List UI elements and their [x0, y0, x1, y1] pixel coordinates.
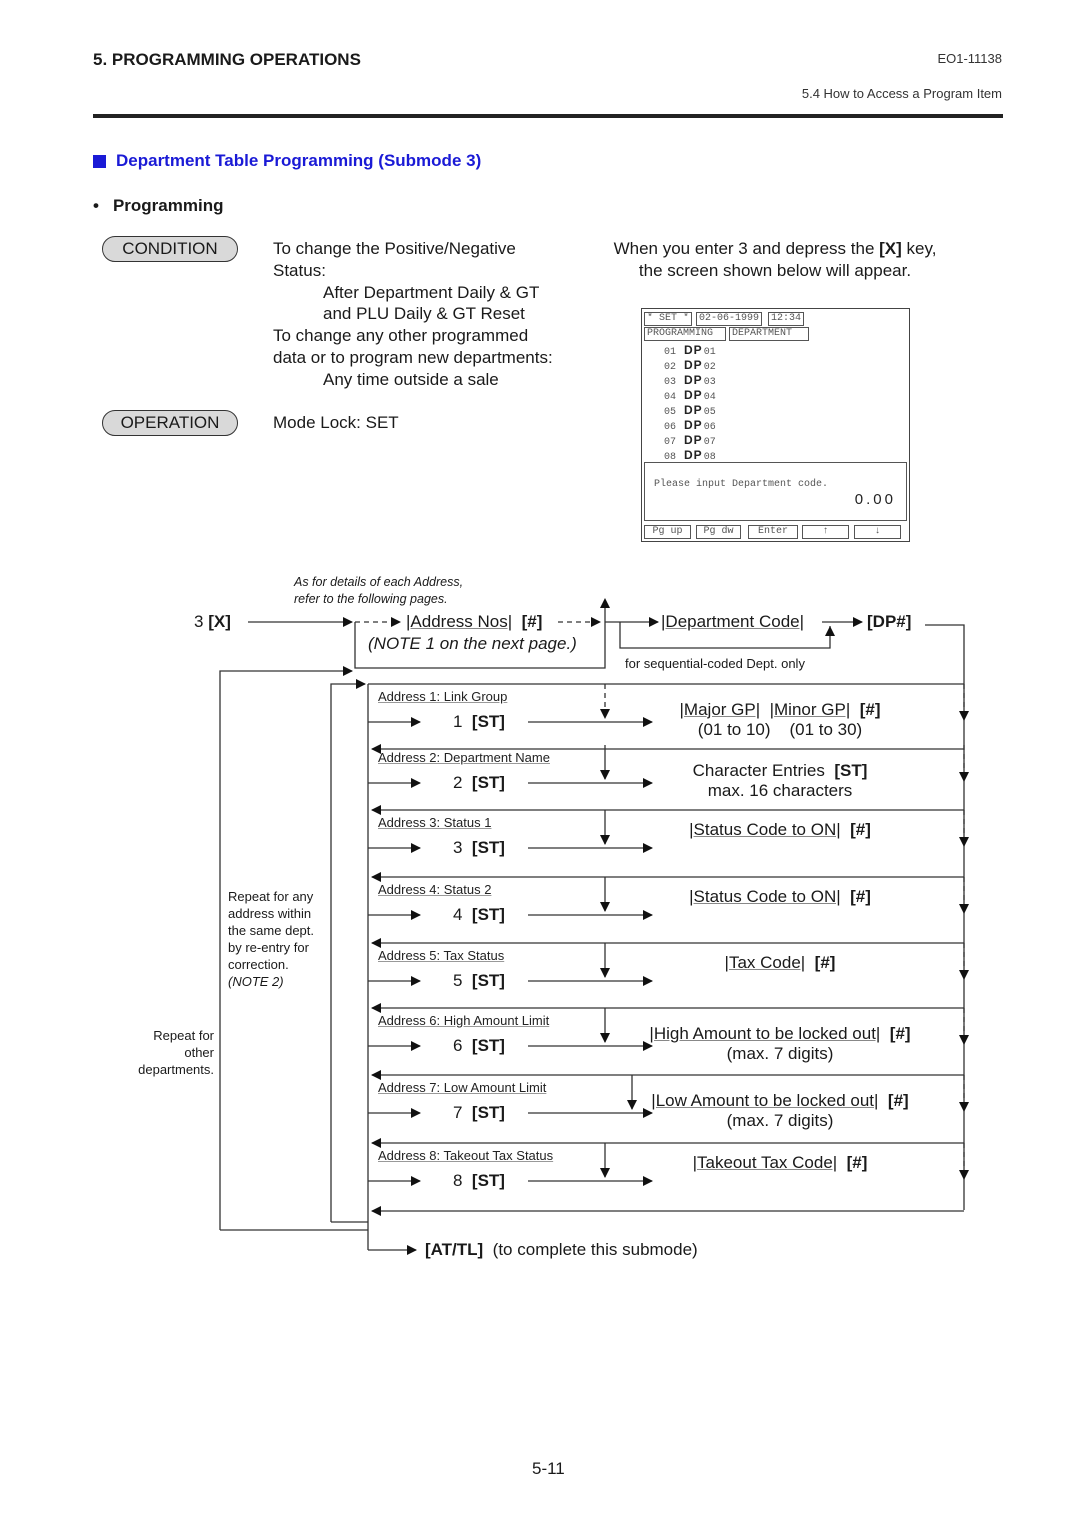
- end-text: (to complete this submode): [492, 1240, 698, 1259]
- address-entry: |High Amount to be locked out| [#] (max. …: [640, 1024, 920, 1064]
- address-entry: |Status Code to ON| [#]: [640, 887, 920, 907]
- address-label: Address 6: High Amount Limit: [378, 1013, 550, 1028]
- address-label: Address 4: Status 2: [378, 882, 492, 897]
- st-key: [ST]: [471, 712, 505, 731]
- range: (01 to 30): [789, 720, 863, 739]
- note-2: (NOTE 2): [228, 974, 284, 989]
- st-key: [ST]: [471, 838, 505, 857]
- address-number: 5: [453, 971, 463, 990]
- note-line: address within: [228, 906, 312, 921]
- entry-key: [#]: [850, 820, 871, 839]
- entry-text: |Tax Code|: [724, 953, 806, 972]
- st-key: [ST]: [471, 1036, 505, 1055]
- address-number: 1: [453, 712, 463, 731]
- entry-text: |High Amount to be locked out|: [649, 1024, 881, 1043]
- address-number: 2: [453, 773, 463, 792]
- address-entry: |Status Code to ON| [#]: [640, 820, 920, 840]
- st-key: [ST]: [471, 1171, 505, 1190]
- note-line: departments.: [138, 1062, 214, 1077]
- minor-gp: |Minor GP|: [769, 700, 851, 719]
- entry-text: |Status Code to ON|: [689, 820, 841, 839]
- entry-key: [#]: [889, 1024, 911, 1043]
- st-key: [ST]: [471, 1103, 505, 1122]
- address-key: 1 [ST]: [453, 712, 505, 732]
- range: (01 to 10): [697, 720, 771, 739]
- address-number: 6: [453, 1036, 463, 1055]
- address-number: 3: [453, 838, 463, 857]
- x-key: [X]: [208, 612, 231, 631]
- department-code: |Department Code|: [661, 612, 805, 631]
- address-entry: |Major GP| |Minor GP| [#] (01 to 10) (01 …: [640, 700, 920, 740]
- entry-key: [#]: [887, 1091, 909, 1110]
- address-nos: |Address Nos|: [406, 612, 513, 631]
- repeat-dept-note: Repeat for other departments.: [110, 1027, 214, 1078]
- hash-key: [#]: [859, 700, 881, 719]
- address-entry: |Tax Code| [#]: [640, 953, 920, 973]
- entry-text: |Takeout Tax Code|: [692, 1153, 838, 1172]
- entry-key: [#]: [850, 887, 871, 906]
- start-key: 3 [X]: [194, 612, 231, 632]
- page-number: 5-11: [532, 1459, 565, 1478]
- address-label: Address 3: Status 1: [378, 815, 492, 830]
- address-nos-entry: |Address Nos| [#]: [406, 612, 542, 632]
- entry-sub: (max. 7 digits): [726, 1044, 834, 1063]
- at-tl-key: [AT/TL]: [425, 1240, 484, 1259]
- address-number: 4: [453, 905, 463, 924]
- details-note-line: refer to the following pages.: [294, 592, 448, 606]
- address-key: 6 [ST]: [453, 1036, 505, 1056]
- note-line: correction.: [228, 957, 289, 972]
- address-key: 2 [ST]: [453, 773, 505, 793]
- address-label: Address 7: Low Amount Limit: [378, 1080, 547, 1095]
- address-number: 7: [453, 1103, 463, 1122]
- address-label: Address 5: Tax Status: [378, 948, 505, 963]
- address-entry: Character Entries [ST] max. 16 characters: [640, 761, 920, 801]
- entry-key: [#]: [846, 1153, 868, 1172]
- entry-text: Character Entries: [692, 761, 825, 780]
- entry-key: [ST]: [834, 761, 868, 780]
- details-note: As for details of each Address, refer to…: [294, 574, 463, 608]
- st-key: [ST]: [471, 773, 505, 792]
- hash-key: [#]: [521, 612, 543, 631]
- end-step: [AT/TL] (to complete this submode): [425, 1240, 698, 1260]
- entry-key: [#]: [814, 953, 836, 972]
- address-key: 5 [ST]: [453, 971, 505, 991]
- address-entry: |Takeout Tax Code| [#]: [640, 1153, 920, 1173]
- entry-text: |Low Amount to be locked out|: [651, 1091, 879, 1110]
- details-note-line: As for details of each Address,: [294, 575, 464, 589]
- repeat-address-note: Repeat for any address within the same d…: [228, 888, 314, 990]
- st-key: [ST]: [471, 971, 505, 990]
- note-line: Repeat for any: [228, 889, 314, 904]
- note-1: (NOTE 1 on the next page.): [368, 634, 577, 653]
- address-key: 7 [ST]: [453, 1103, 505, 1123]
- entry-text: |Status Code to ON|: [689, 887, 841, 906]
- address-key: 4 [ST]: [453, 905, 505, 925]
- major-gp: |Major GP|: [679, 700, 761, 719]
- note-line: the same dept.: [228, 923, 314, 938]
- address-label: Address 1: Link Group: [378, 689, 508, 704]
- address-number: 8: [453, 1171, 463, 1190]
- entry-sub: (max. 7 digits): [726, 1111, 834, 1130]
- address-entry: |Low Amount to be locked out| [#] (max. 7…: [640, 1091, 920, 1131]
- note-line: by re-entry for: [228, 940, 309, 955]
- address-label: Address 8: Takeout Tax Status: [378, 1148, 554, 1163]
- dp-key-label: [DP#]: [867, 612, 912, 631]
- entry-sub: max. 16 characters: [707, 781, 853, 800]
- start-number: 3: [194, 612, 209, 631]
- dp-key: [DP#]: [867, 612, 911, 632]
- address-label: Address 2: Department Name: [378, 750, 550, 765]
- note-line: other: [184, 1045, 214, 1060]
- address-key: 8 [ST]: [453, 1171, 505, 1191]
- sequential-note: for sequential-coded Dept. only: [625, 656, 805, 671]
- st-key: [ST]: [471, 905, 505, 924]
- address-key: 3 [ST]: [453, 838, 505, 858]
- note-line: Repeat for: [153, 1028, 214, 1043]
